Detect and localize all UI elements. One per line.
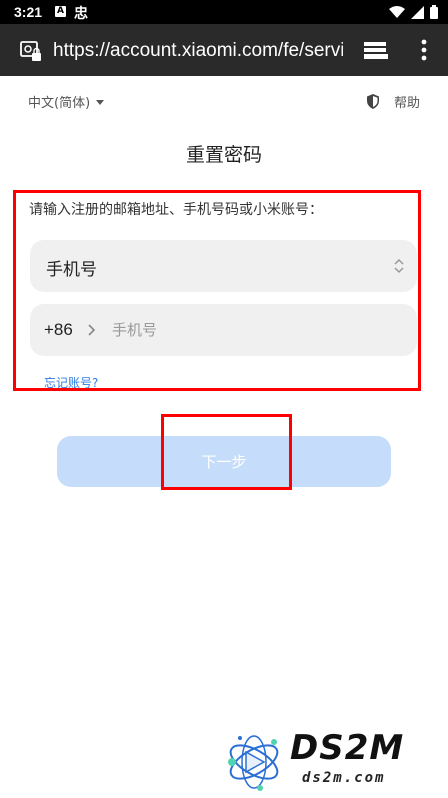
tab-switcher-icon[interactable] <box>364 40 388 60</box>
shield-icon <box>366 94 379 109</box>
battery-icon <box>430 5 438 19</box>
notification-a-icon: A <box>55 6 66 17</box>
caret-down-icon <box>96 99 105 105</box>
watermark-domain: ds2m.com <box>302 770 386 786</box>
page-title: 重置密码 <box>185 144 262 166</box>
status-time: 3:21 <box>14 4 43 20</box>
help-label: 帮助 <box>393 96 420 111</box>
watermark: DS2M ds2m.com <box>222 728 442 794</box>
status-icons <box>389 5 438 19</box>
annotation-box-form <box>13 190 421 391</box>
browser-toolbar: https://account.xiaomi.com/fe/service/fo… <box>0 24 448 76</box>
status-bar: 3:21 A 忠 <box>0 0 448 24</box>
watermark-logo-icon <box>228 735 279 791</box>
help-link[interactable]: 帮助 <box>366 92 420 111</box>
notification-app-icon: 忠 <box>74 6 88 22</box>
annotation-box-button <box>161 414 292 490</box>
language-label: 中文(简体) <box>28 96 91 111</box>
watermark-brand: DS2M <box>290 728 405 768</box>
page-info-icon[interactable] <box>20 40 42 62</box>
language-selector[interactable]: 中文(简体) <box>28 92 105 111</box>
wifi-icon <box>389 6 405 18</box>
url-bar[interactable]: https://account.xiaomi.com/fe/service/fo… <box>53 38 343 64</box>
more-vert-icon[interactable] <box>420 39 428 61</box>
signal-icon <box>411 5 424 19</box>
